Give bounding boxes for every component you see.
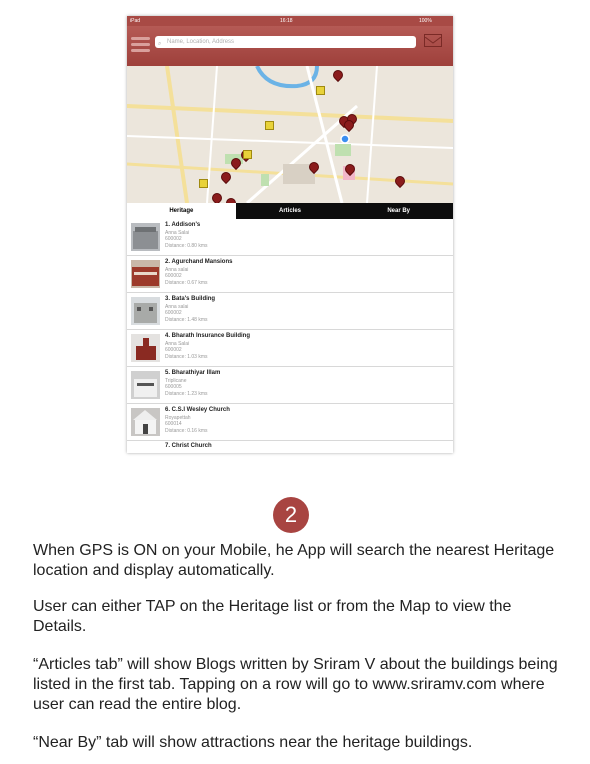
list-item-distance: Distance: 0.80 kms [165, 243, 208, 249]
search-icon: ⌕ [158, 41, 162, 47]
bus-stop-icon [316, 86, 325, 95]
mail-icon[interactable] [424, 34, 442, 47]
battery-level: 100% [419, 18, 432, 24]
list-item-distance: Distance: 1.48 kms [165, 317, 208, 323]
building-thumbnail [131, 371, 160, 399]
status-bar: iPad 16:18 100% [127, 16, 453, 26]
list-item-title: 1. Addison's [165, 222, 201, 228]
list-item-distance: Distance: 0.67 kms [165, 280, 208, 286]
bus-stop-icon [199, 179, 208, 188]
list-item-distance: Distance: 1.03 kms [165, 354, 208, 360]
list-item[interactable]: 1. Addison's Anna Salai 600002 Distance:… [127, 219, 453, 256]
hamburger-menu-icon[interactable] [131, 37, 150, 53]
list-item[interactable]: 3. Bata's Building Anna salai 600002 Dis… [127, 293, 453, 330]
description-paragraph: “Articles tab” will show Blogs written b… [33, 656, 558, 713]
tab-heritage[interactable]: Heritage [127, 203, 236, 219]
app-header: ⌕ Name, Location, Address [127, 26, 453, 66]
list-item-title: 2. Agurchand Mansions [165, 259, 233, 265]
clock: 16:18 [280, 18, 293, 24]
app-screenshot: iPad 16:18 100% ⌕ Name, Location, Addres… [127, 16, 453, 453]
list-item-pincode: 600005 [165, 384, 182, 390]
list-item-pincode: 600002 [165, 310, 182, 316]
list-item-title: 7. Christ Church [165, 443, 212, 449]
building-thumbnail [131, 297, 160, 325]
list-item[interactable]: 6. C.S.I Wesley Church Royapettah 600014… [127, 404, 453, 441]
list-item-pincode: 600002 [165, 273, 182, 279]
list-item-title: 4. Bharath Insurance Building [165, 333, 251, 339]
bus-stop-icon [243, 150, 252, 159]
building-thumbnail [131, 408, 160, 436]
list-item-pincode: 600014 [165, 421, 182, 427]
list-item-pincode: 600002 [165, 347, 182, 353]
list-item[interactable]: 5. Bharathiyar Illam Triplicane 600005 D… [127, 367, 453, 404]
description-paragraph: “Near By” tab will show attractions near… [33, 734, 473, 751]
description-paragraph: User can either TAP on the Heritage list… [33, 598, 512, 635]
list-item-title: 5. Bharathiyar Illam [165, 370, 221, 376]
list-item-distance: Distance: 1.23 kms [165, 391, 208, 397]
list-item-pincode: 600002 [165, 236, 182, 242]
list-item-distance: Distance: 0.16 kms [165, 428, 208, 434]
list-item[interactable]: 4. Bharath Insurance Building Anna Salai… [127, 330, 453, 367]
step-number-badge: 2 [273, 497, 309, 533]
device-label: iPad [130, 18, 141, 24]
building-thumbnail [131, 260, 160, 288]
list-item[interactable]: 7. Christ Church [127, 441, 453, 451]
search-placeholder: Name, Location, Address [167, 39, 235, 45]
list-item[interactable]: 2. Agurchand Mansions Anna salai 600002 … [127, 256, 453, 293]
building-thumbnail [131, 334, 160, 362]
heritage-list: 1. Addison's Anna Salai 600002 Distance:… [127, 219, 453, 451]
tab-bar: Heritage Articles Near By [127, 203, 453, 219]
description-paragraph: When GPS is ON on your Mobile, he App wi… [33, 542, 555, 579]
building-thumbnail [131, 223, 160, 251]
tab-near-by[interactable]: Near By [344, 203, 453, 219]
tab-articles[interactable]: Articles [235, 203, 345, 219]
search-input[interactable]: ⌕ Name, Location, Address [155, 36, 416, 48]
list-item-title: 3. Bata's Building [165, 296, 216, 302]
bus-stop-icon [265, 121, 274, 130]
list-item-title: 6. C.S.I Wesley Church [165, 407, 230, 413]
map-view[interactable] [127, 66, 453, 203]
